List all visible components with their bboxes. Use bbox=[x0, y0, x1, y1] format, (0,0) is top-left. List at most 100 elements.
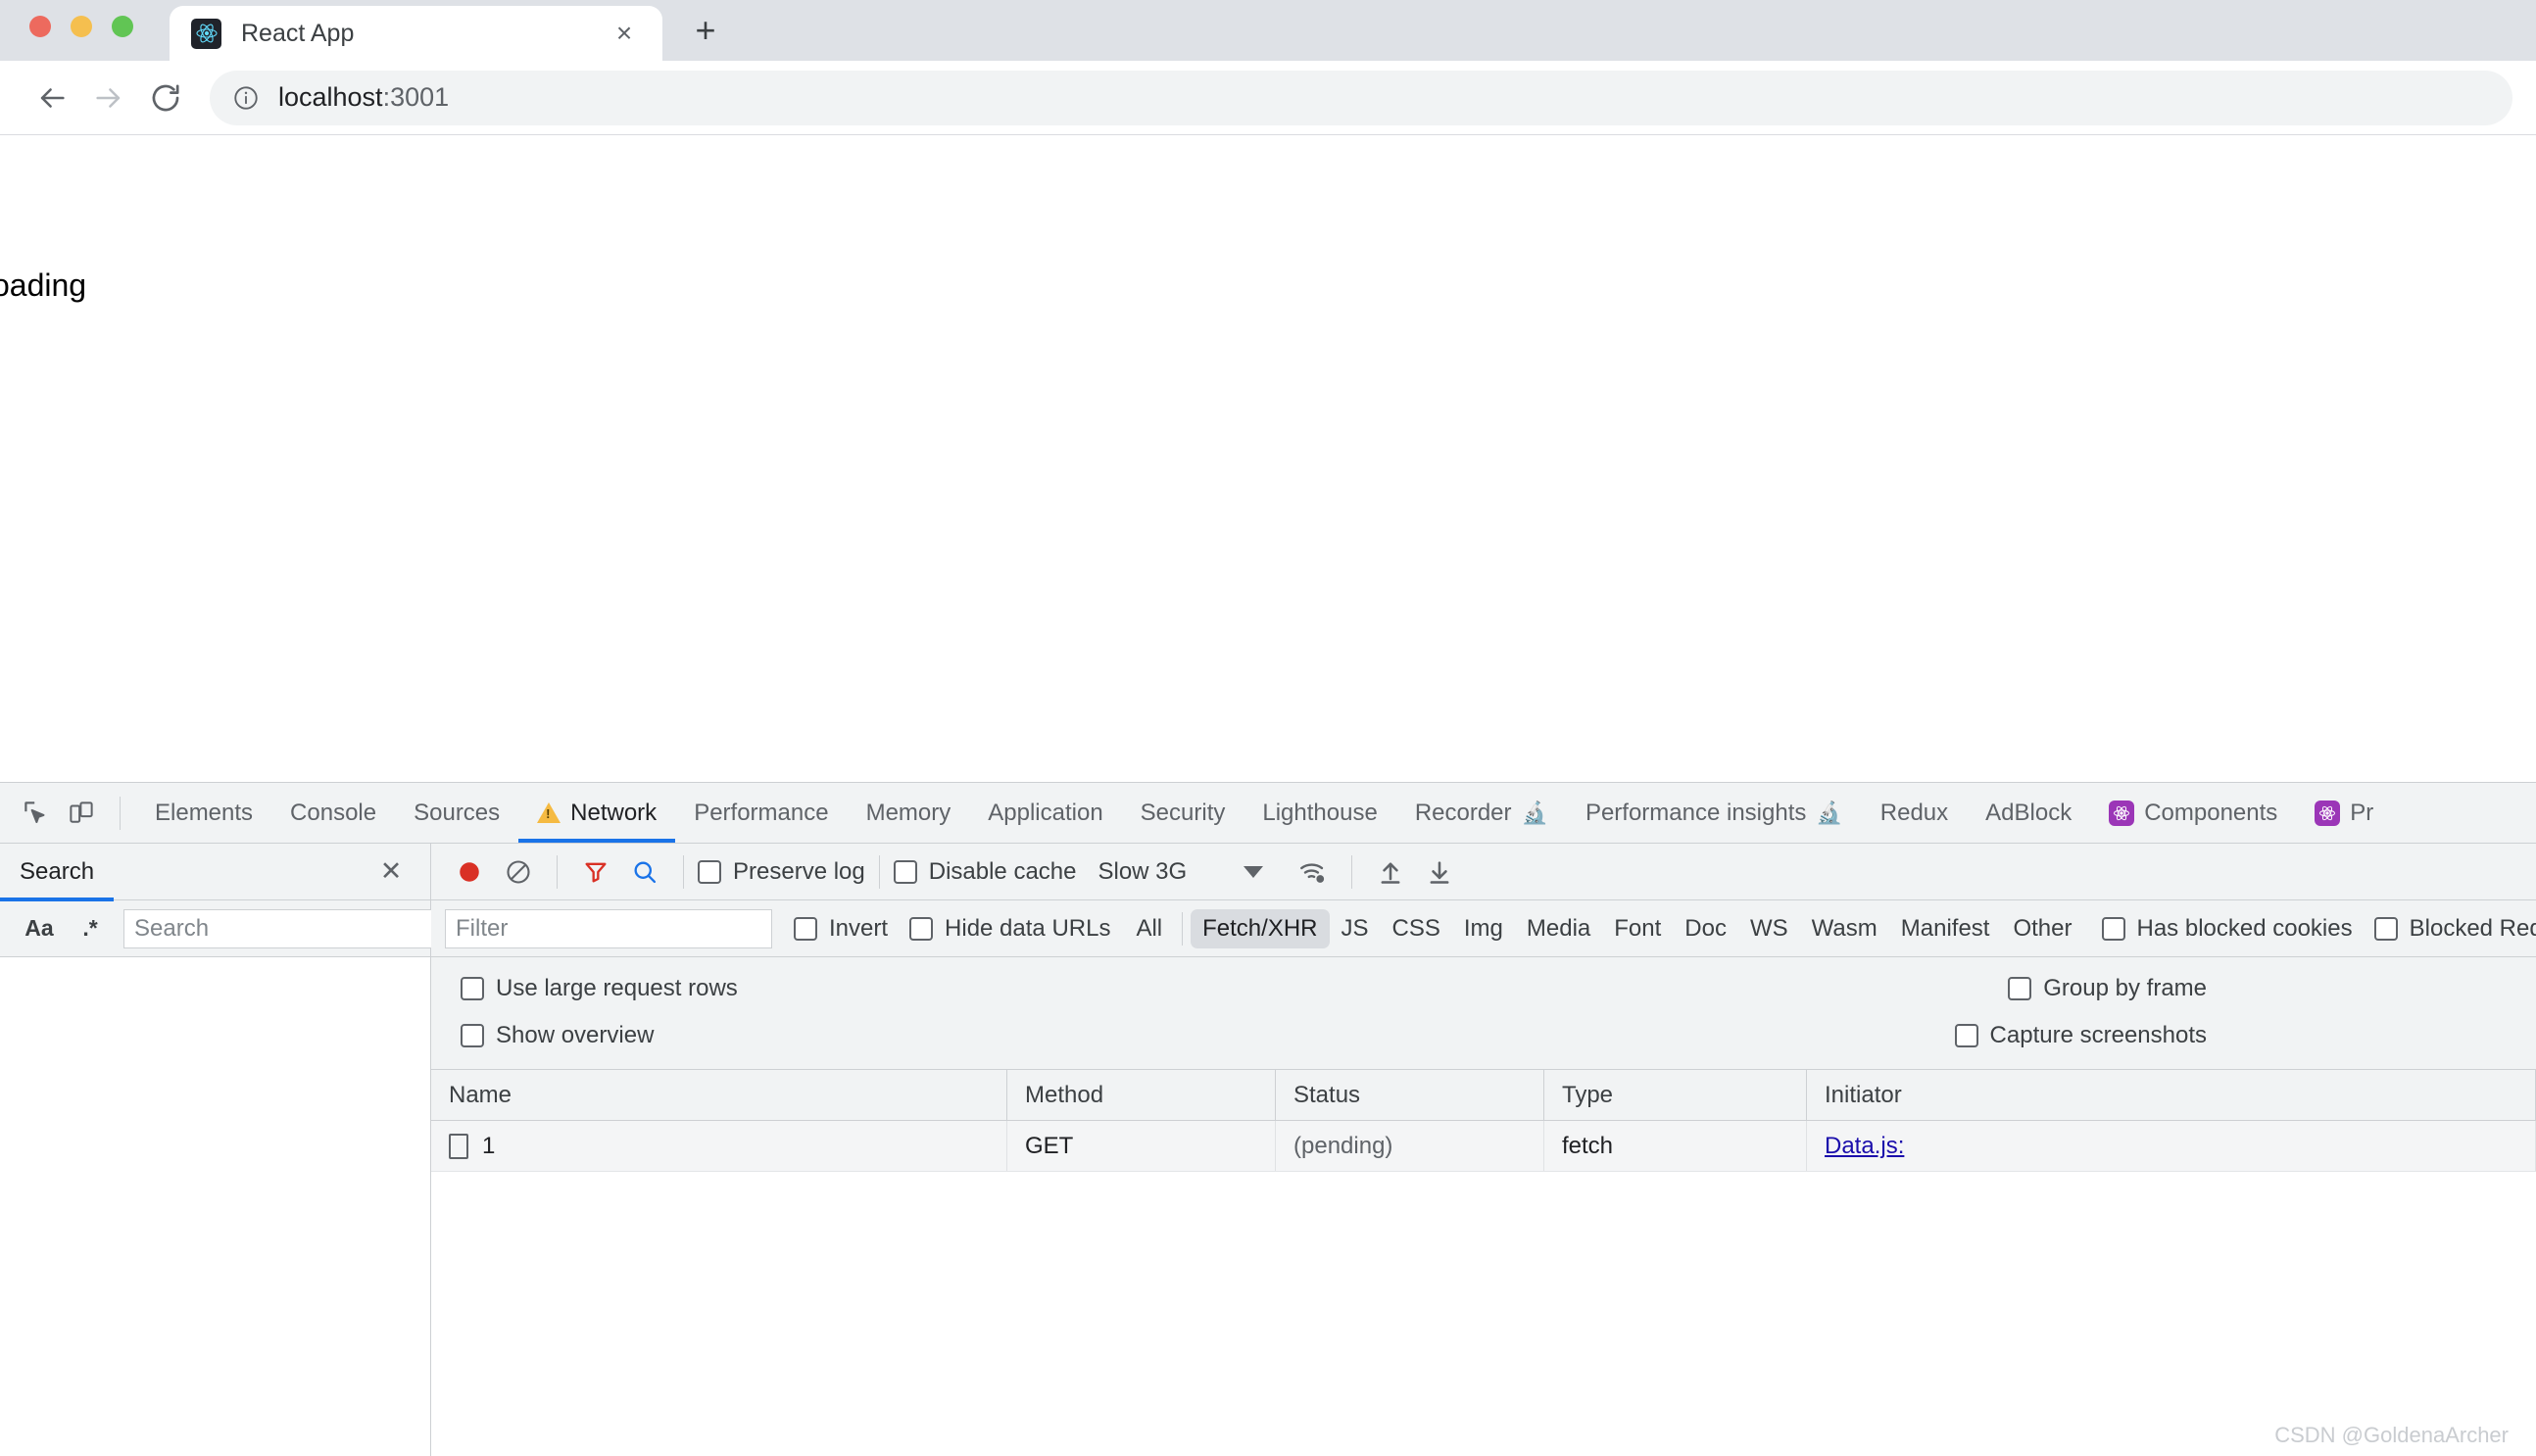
type-filter-wasm[interactable]: Wasm bbox=[1800, 909, 1889, 948]
close-icon[interactable]: × bbox=[608, 17, 641, 50]
hide-data-urls-checkbox[interactable]: Hide data URLs bbox=[909, 915, 1110, 943]
type-filter-img[interactable]: Img bbox=[1452, 909, 1515, 948]
match-case-icon[interactable]: Aa bbox=[14, 907, 65, 950]
devtools-tab-performance[interactable]: Performance bbox=[675, 783, 847, 843]
regex-icon[interactable]: .* bbox=[65, 907, 116, 950]
devtools-tab-console[interactable]: Console bbox=[271, 783, 395, 843]
search-sidebar-header: Search ✕ bbox=[0, 844, 430, 901]
tab-label: Pr bbox=[2350, 799, 2374, 826]
devtools-tab-security[interactable]: Security bbox=[1122, 783, 1244, 843]
toolbar-divider bbox=[683, 854, 684, 889]
filter-input[interactable] bbox=[445, 908, 772, 948]
new-tab-button[interactable]: + bbox=[684, 9, 727, 52]
devtools-tab-application[interactable]: Application bbox=[969, 783, 1121, 843]
filter-funnel-icon[interactable] bbox=[571, 849, 620, 895]
checkbox-icon[interactable] bbox=[794, 916, 817, 941]
type-filter-ws[interactable]: WS bbox=[1738, 909, 1800, 948]
info-circle-icon[interactable] bbox=[231, 83, 261, 113]
type-filter-js[interactable]: JS bbox=[1330, 909, 1381, 948]
checkbox-icon[interactable] bbox=[1954, 1024, 1978, 1047]
forward-icon[interactable] bbox=[80, 70, 137, 126]
network-options-bar: Use large request rows Group by frame Sh… bbox=[431, 957, 2536, 1070]
devtools-tab-recorder[interactable]: Recorder 🔬 bbox=[1396, 783, 1567, 843]
network-options-row-1: Use large request rows Group by frame bbox=[431, 965, 2536, 1012]
inspect-element-icon[interactable] bbox=[14, 791, 59, 836]
group-by-frame-checkbox[interactable]: Group by frame bbox=[2008, 975, 2207, 1002]
browser-tab-title: React App bbox=[241, 19, 355, 47]
devtools-tab-performance-insights[interactable]: Performance insights 🔬 bbox=[1567, 783, 1862, 843]
checkbox-icon[interactable] bbox=[2101, 916, 2125, 941]
type-filter-fetch-xhr[interactable]: Fetch/XHR bbox=[1191, 908, 1330, 948]
tab-label: Elements bbox=[155, 799, 254, 826]
download-arrow-icon[interactable] bbox=[1415, 849, 1464, 895]
column-header-status[interactable]: Status bbox=[1276, 1070, 1544, 1120]
back-icon[interactable] bbox=[24, 70, 80, 126]
wifi-settings-icon[interactable] bbox=[1289, 849, 1338, 895]
type-filter-media[interactable]: Media bbox=[1515, 909, 1602, 948]
flask-icon: 🔬 bbox=[1816, 800, 1843, 825]
type-filter-doc[interactable]: Doc bbox=[1673, 909, 1738, 948]
disable-cache-checkbox[interactable]: Disable cache bbox=[893, 858, 1076, 886]
devtools-tab-components[interactable]: Components bbox=[2090, 783, 2296, 843]
capture-screenshots-checkbox[interactable]: Capture screenshots bbox=[1954, 1022, 2207, 1049]
checkbox-icon[interactable] bbox=[2008, 977, 2032, 1000]
type-filter-all[interactable]: All bbox=[1124, 909, 1174, 948]
table-row[interactable]: 1 GET (pending) fetch Data.js: bbox=[431, 1121, 2536, 1172]
devtools-tab-network[interactable]: Network bbox=[518, 783, 676, 843]
throttle-select-value[interactable]: Slow 3G bbox=[1097, 858, 1187, 886]
checkbox-icon[interactable] bbox=[909, 916, 934, 941]
address-bar[interactable]: localhost:3001 bbox=[210, 70, 2512, 125]
checkbox-icon[interactable] bbox=[893, 859, 917, 884]
devtools-tab-redux[interactable]: Redux bbox=[1862, 783, 1967, 843]
blocked-requests-checkbox[interactable]: Blocked Requests bbox=[2373, 915, 2536, 943]
type-filter-css[interactable]: CSS bbox=[1381, 909, 1452, 948]
checkbox-icon[interactable] bbox=[698, 859, 721, 884]
devtools-tab-memory[interactable]: Memory bbox=[848, 783, 970, 843]
address-bar-url: localhost:3001 bbox=[278, 82, 449, 113]
devtools-tab-adblock[interactable]: AdBlock bbox=[1967, 783, 2090, 843]
cell-type: fetch bbox=[1544, 1121, 1807, 1171]
type-filter-font[interactable]: Font bbox=[1602, 909, 1673, 948]
toolbar-divider bbox=[1351, 854, 1353, 889]
column-header-method[interactable]: Method bbox=[1007, 1070, 1276, 1120]
invert-label: Invert bbox=[829, 914, 889, 942]
chevron-down-icon[interactable] bbox=[1244, 865, 1264, 878]
devtools-tab-sources[interactable]: Sources bbox=[395, 783, 518, 843]
devtools-tab-elements[interactable]: Elements bbox=[136, 783, 271, 843]
initiator-link[interactable]: Data.js: bbox=[1825, 1133, 1904, 1160]
preserve-log-checkbox[interactable]: Preserve log bbox=[698, 858, 865, 886]
column-header-name[interactable]: Name bbox=[431, 1070, 1007, 1120]
type-filter-other[interactable]: Other bbox=[2001, 909, 2083, 948]
window-close-button[interactable] bbox=[29, 16, 51, 37]
upload-arrow-icon[interactable] bbox=[1366, 849, 1415, 895]
reload-icon[interactable] bbox=[137, 70, 194, 126]
device-toolbar-icon[interactable] bbox=[59, 791, 104, 836]
column-header-type[interactable]: Type bbox=[1544, 1070, 1807, 1120]
checkbox-icon[interactable] bbox=[2373, 916, 2398, 941]
column-header-initiator[interactable]: Initiator bbox=[1807, 1070, 2536, 1120]
has-blocked-cookies-checkbox[interactable]: Has blocked cookies bbox=[2101, 914, 2353, 943]
search-icon[interactable] bbox=[620, 849, 669, 895]
record-button-icon[interactable] bbox=[445, 849, 494, 895]
search-input[interactable] bbox=[123, 908, 449, 948]
clear-icon[interactable] bbox=[494, 849, 543, 895]
cell-name[interactable]: 1 bbox=[431, 1121, 1007, 1171]
toolbar-divider bbox=[1182, 911, 1184, 946]
devtools-tab-lighthouse[interactable]: Lighthouse bbox=[1244, 783, 1395, 843]
browser-tab[interactable]: React App × bbox=[170, 6, 662, 61]
invert-checkbox[interactable]: Invert bbox=[794, 915, 888, 943]
type-filter-manifest[interactable]: Manifest bbox=[1889, 909, 2002, 948]
close-icon[interactable]: ✕ bbox=[371, 852, 411, 892]
tab-label: Application bbox=[988, 799, 1103, 826]
use-large-request-rows-checkbox[interactable]: Use large request rows bbox=[461, 975, 738, 1002]
window-maximize-button[interactable] bbox=[112, 16, 133, 37]
has-blocked-cookies-label: Has blocked cookies bbox=[2136, 914, 2353, 942]
cell-initiator[interactable]: Data.js: bbox=[1807, 1121, 2536, 1171]
checkbox-icon[interactable] bbox=[461, 1024, 484, 1047]
search-sidebar-tab[interactable]: Search bbox=[0, 844, 115, 901]
window-minimize-button[interactable] bbox=[71, 16, 92, 37]
checkbox-icon[interactable] bbox=[461, 977, 484, 1000]
devtools-tab-profiler[interactable]: Pr bbox=[2296, 783, 2392, 843]
network-toolbar: Preserve log Disable cache Slow 3G bbox=[431, 844, 2536, 900]
show-overview-checkbox[interactable]: Show overview bbox=[461, 1022, 654, 1049]
